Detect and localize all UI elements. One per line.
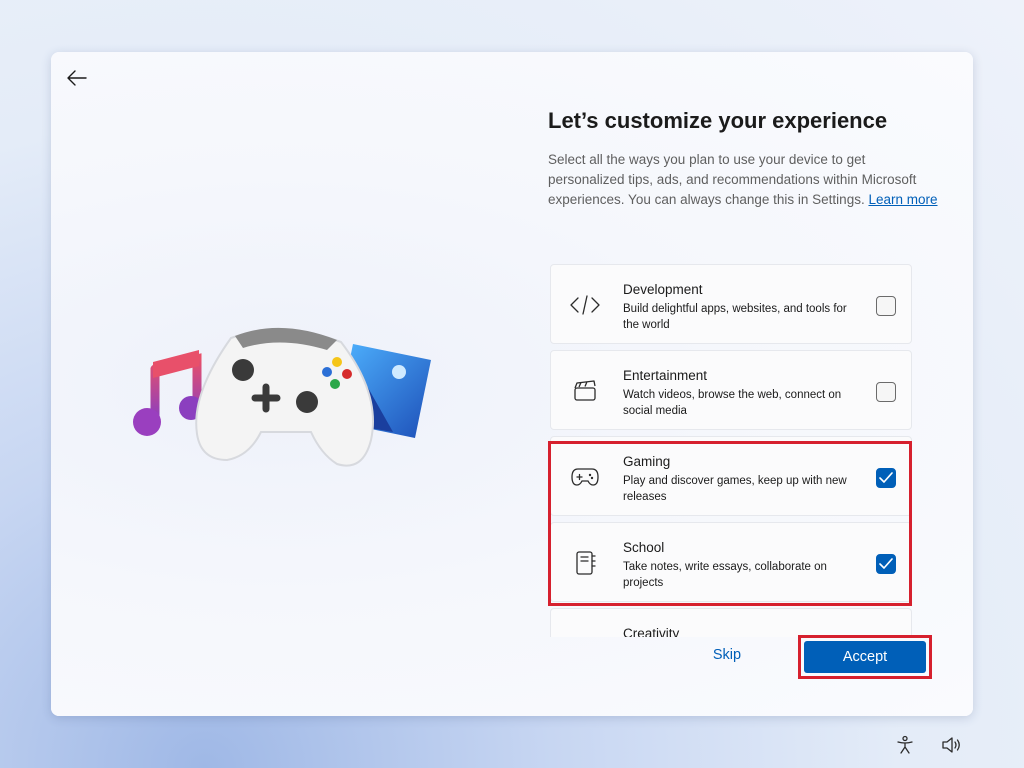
option-name: Creativity	[623, 626, 680, 637]
option-school[interactable]: School Take notes, write essays, collabo…	[550, 522, 912, 602]
option-description: Build delightful apps, websites, and too…	[623, 303, 847, 331]
gamepad-icon	[195, 327, 374, 467]
notebook-icon	[569, 551, 601, 575]
setup-window: Let’s customize your experience Select a…	[51, 52, 973, 716]
option-gaming[interactable]: Gaming Play and discover games, keep up …	[550, 436, 912, 516]
checkmark-icon	[879, 558, 893, 569]
accept-button[interactable]: Accept	[804, 641, 926, 673]
options-list: Development Build delightful apps, websi…	[550, 264, 916, 637]
accessibility-icon[interactable]	[894, 734, 916, 756]
skip-button[interactable]: Skip	[691, 638, 763, 672]
gamepad-icon	[569, 465, 601, 489]
hero-illustration	[133, 327, 431, 467]
checkmark-icon	[879, 472, 893, 483]
volume-icon[interactable]	[941, 734, 963, 756]
option-entertainment[interactable]: Entertainment Watch videos, browse the w…	[550, 350, 912, 430]
entertainment-checkbox[interactable]	[876, 382, 896, 402]
option-description: Play and discover games, keep up with ne…	[623, 475, 847, 503]
school-checkbox[interactable]	[876, 554, 896, 574]
accept-highlight: Accept	[798, 635, 932, 679]
option-description: Take notes, write essays, collaborate on…	[623, 561, 827, 589]
option-name: Entertainment	[623, 368, 708, 383]
development-checkbox[interactable]	[876, 296, 896, 316]
option-description: Watch videos, browse the web, connect on…	[623, 389, 842, 417]
option-creativity[interactable]: Creativity	[550, 608, 912, 637]
back-arrow-icon	[67, 70, 87, 86]
option-name: Gaming	[623, 454, 671, 469]
option-name: Development	[623, 282, 703, 297]
page-description: Select all the ways you plan to use your…	[548, 150, 938, 210]
page-title: Let’s customize your experience	[548, 108, 888, 133]
code-icon	[569, 293, 601, 317]
learn-more-link[interactable]: Learn more	[868, 192, 937, 207]
description-text: Select all the ways you plan to use your…	[548, 152, 917, 207]
gaming-checkbox[interactable]	[876, 468, 896, 488]
back-button[interactable]	[63, 66, 91, 90]
option-development[interactable]: Development Build delightful apps, websi…	[550, 264, 912, 344]
option-name: School	[623, 540, 665, 555]
music-note-icon	[133, 350, 203, 436]
clapperboard-icon	[569, 379, 601, 403]
